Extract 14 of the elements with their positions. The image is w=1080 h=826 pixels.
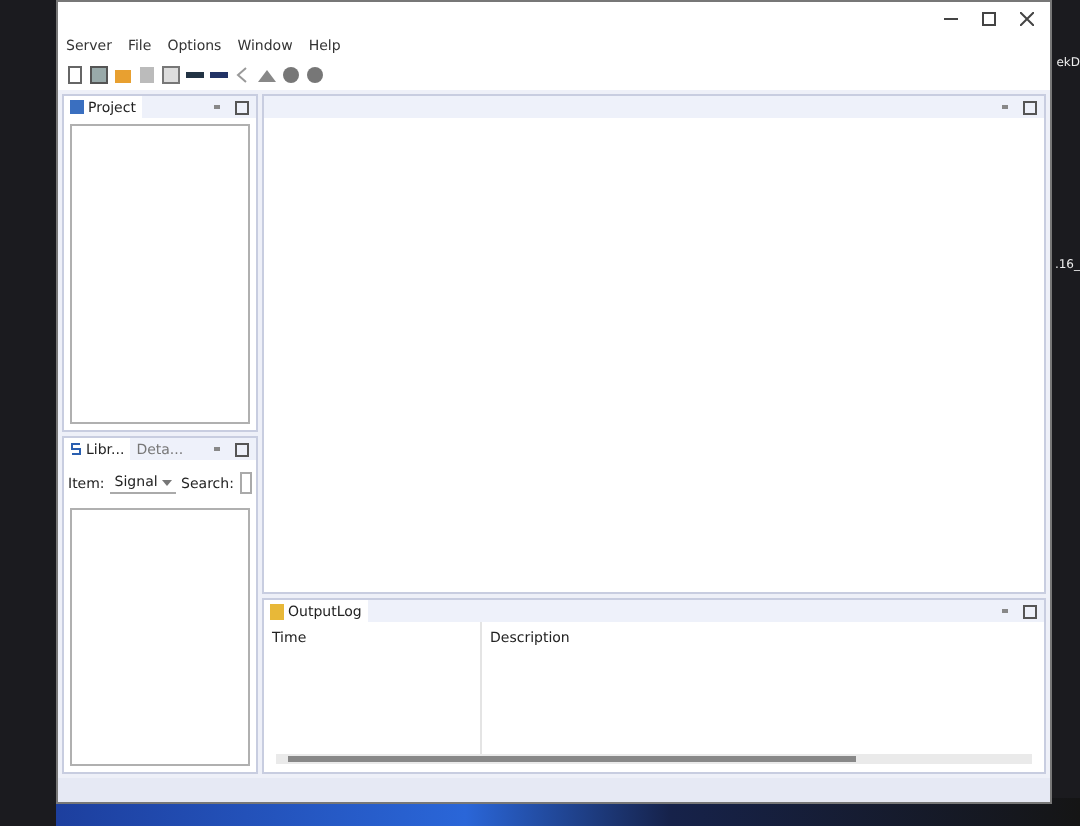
s-curve-icon (70, 442, 82, 456)
maximize-icon[interactable] (234, 99, 250, 115)
horizontal-scrollbar[interactable] (276, 754, 1032, 764)
circle-icon[interactable] (306, 65, 324, 83)
maximize-icon[interactable] (1022, 603, 1038, 619)
save-icon[interactable] (90, 65, 108, 83)
close-icon[interactable] (1020, 11, 1034, 25)
caret-icon (161, 479, 172, 485)
search-field[interactable] (239, 472, 252, 494)
circle-icon[interactable] (282, 65, 300, 83)
triangle-icon[interactable] (258, 65, 276, 83)
maximize-icon[interactable] (234, 441, 250, 457)
maximize-icon[interactable] (982, 11, 996, 25)
maximize-icon[interactable] (1022, 99, 1038, 115)
